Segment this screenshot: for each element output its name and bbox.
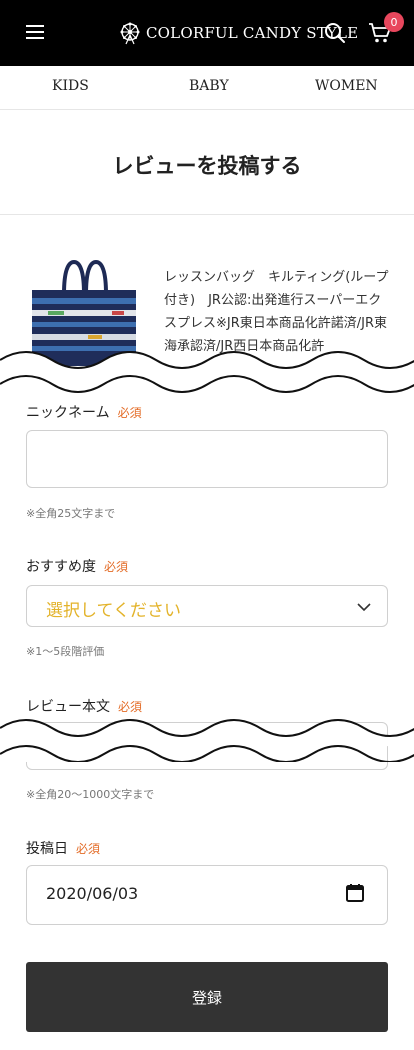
- page-title: レビューを投稿する: [112, 154, 302, 178]
- nickname-input[interactable]: [26, 430, 388, 488]
- product-name: レッスンバッグ キルティング(ループ付き) JR公認:出発進行スーパーエクスプレ…: [164, 270, 389, 354]
- cart-count-badge: 0: [384, 12, 404, 32]
- calendar-icon[interactable]: [345, 883, 365, 903]
- ferris-wheel-icon: [120, 22, 140, 45]
- submit-button[interactable]: 登録: [26, 962, 388, 1032]
- wave-separator: [0, 351, 414, 396]
- required-badge: 必須: [118, 700, 143, 714]
- nickname-hint: ※全角25文字まで: [26, 507, 116, 520]
- category-nav: KIDS BABY WOMEN: [0, 66, 414, 110]
- divider: [0, 214, 414, 215]
- review-label: レビュー本文 必須: [26, 699, 143, 715]
- date-input[interactable]: 2020/06/03: [26, 865, 388, 925]
- wave-separator: [0, 719, 414, 762]
- required-badge: 必須: [104, 560, 129, 574]
- category-women[interactable]: WOMEN: [315, 78, 378, 94]
- rating-hint: ※1〜5段階評価: [26, 645, 105, 658]
- rating-label: おすすめ度 必須: [26, 559, 129, 575]
- required-badge: 必須: [76, 842, 101, 856]
- category-kids[interactable]: KIDS: [52, 78, 89, 94]
- date-value: 2020/06/03: [46, 884, 139, 903]
- rating-select[interactable]: 選択してください: [26, 585, 388, 627]
- nickname-label: ニックネーム 必須: [26, 405, 142, 421]
- chevron-down-icon: [357, 603, 371, 612]
- date-label: 投稿日 必須: [26, 841, 101, 857]
- required-badge: 必須: [117, 406, 142, 420]
- search-icon[interactable]: [324, 22, 346, 44]
- site-header: COLORFUL CANDY STYLE 0: [0, 0, 414, 66]
- rating-selected-value: 選択してください: [46, 601, 181, 621]
- category-baby[interactable]: BABY: [189, 78, 229, 94]
- hamburger-menu-icon[interactable]: [26, 24, 44, 40]
- review-hint: ※全角20〜1000文字まで: [26, 788, 155, 801]
- brand-logo[interactable]: COLORFUL CANDY STYLE: [118, 18, 358, 48]
